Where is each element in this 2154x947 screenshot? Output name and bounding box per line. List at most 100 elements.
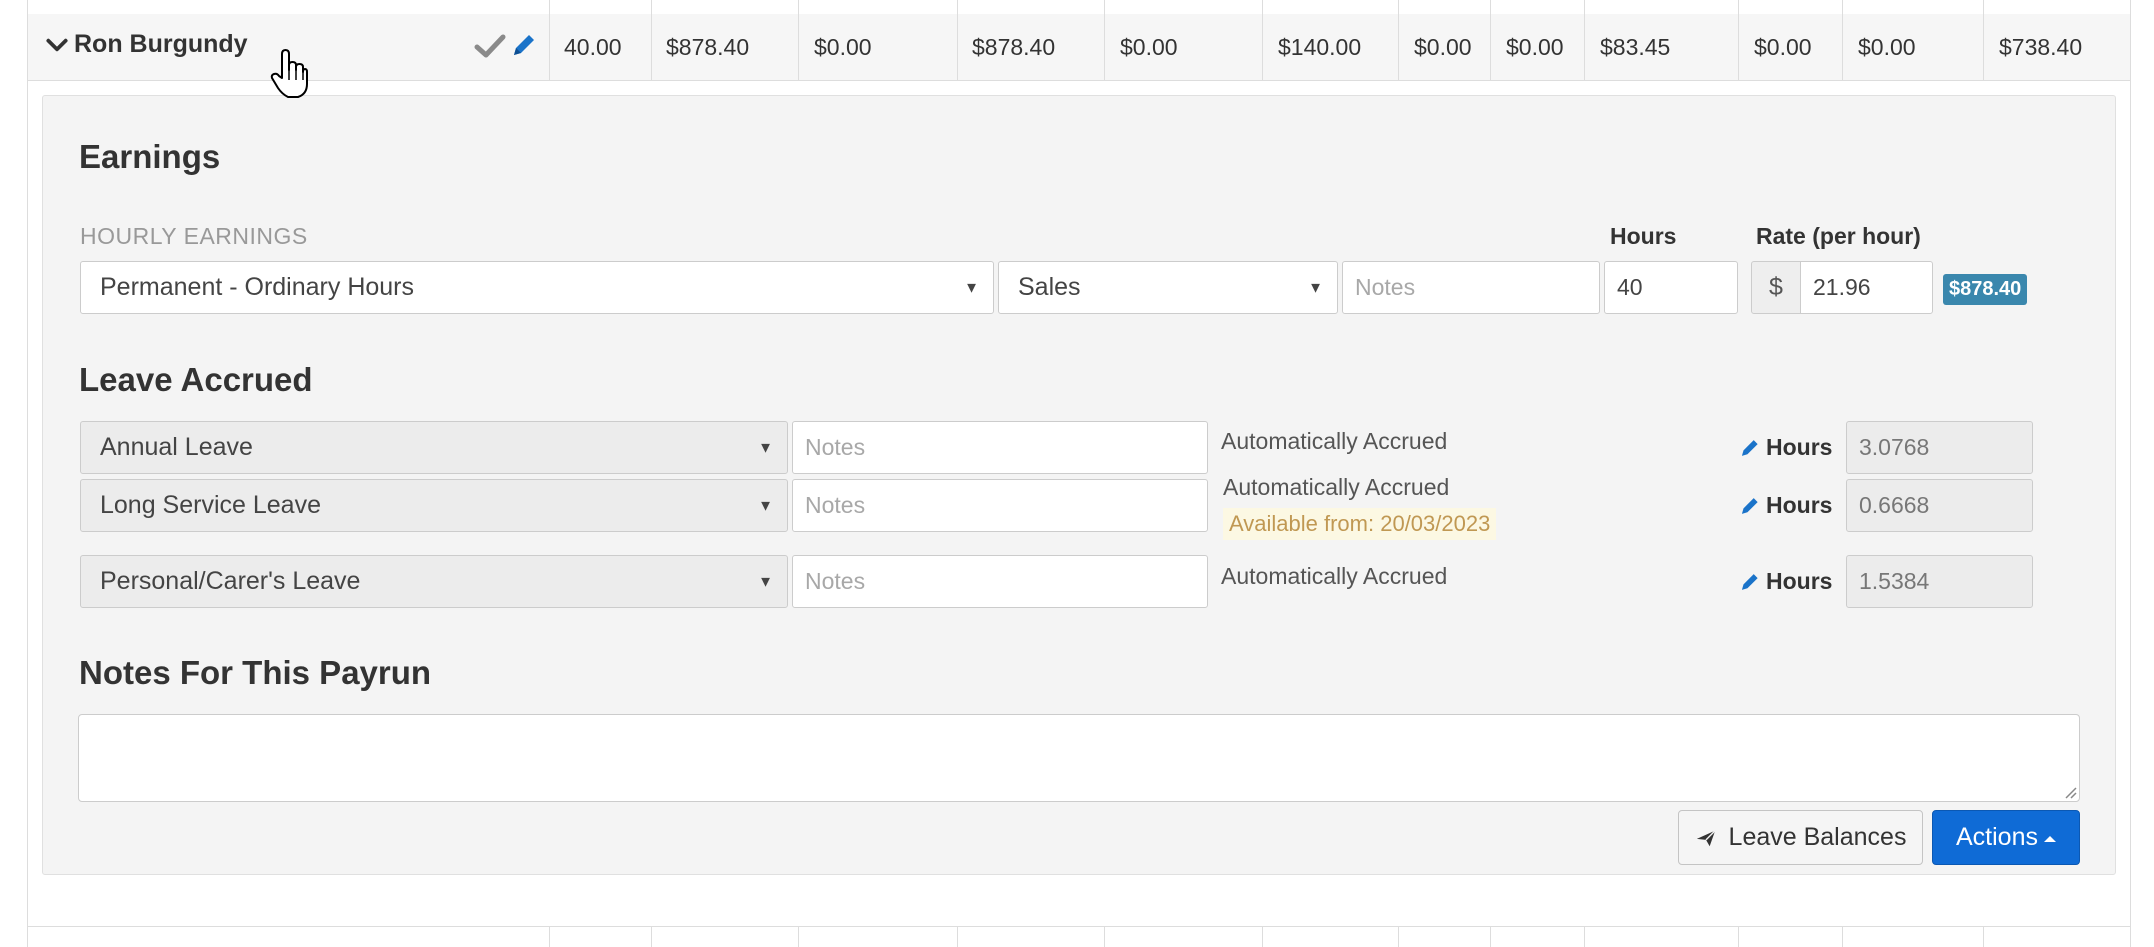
leave-notes-input[interactable] (792, 555, 1208, 608)
rate-input[interactable] (1800, 261, 1933, 314)
caret-down-icon: ▼ (758, 573, 773, 590)
pay-category-value: Permanent - Ordinary Hours (100, 273, 415, 301)
check-icon (474, 34, 506, 58)
column-divider (549, 0, 550, 80)
leave-status-text: Automatically Accrued (1221, 563, 1448, 589)
pencil-icon (1741, 573, 1758, 590)
edit-leave-hours-link[interactable]: Hours (1738, 568, 1832, 595)
cell-net: $738.40 (1999, 34, 2083, 60)
cell-taxable-earnings: $878.40 (972, 34, 1056, 60)
leave-type-select-long-service[interactable]: Long Service Leave ▼ (80, 479, 788, 532)
column-divider (1584, 926, 1585, 947)
column-divider (957, 0, 958, 80)
column-divider (1490, 926, 1491, 947)
pencil-icon[interactable] (510, 31, 536, 59)
pencil-icon (1741, 439, 1758, 456)
column-divider (1738, 926, 1739, 947)
caret-down-icon: ▼ (964, 279, 979, 296)
cell-value: $0.00 (1506, 34, 1564, 60)
column-divider (1842, 926, 1843, 947)
leave-hours-field (1846, 421, 2033, 474)
actions-label: Actions (1956, 823, 2038, 851)
leave-status-text: Automatically Accrued (1223, 474, 1450, 500)
column-divider (1490, 0, 1491, 80)
employee-name: Ron Burgundy (74, 30, 248, 58)
leave-hours-field (1846, 555, 2033, 608)
cell-post-tax-deductions: $0.00 (1120, 34, 1178, 60)
earnings-notes-input[interactable] (1342, 261, 1600, 314)
caret-down-icon: ▼ (758, 497, 773, 514)
plane-icon (1696, 829, 1716, 846)
payrun-notes-textarea[interactable] (78, 714, 2080, 802)
column-divider (1983, 926, 1984, 947)
currency-addon: $ (1751, 261, 1801, 314)
hours-label: Hours (1766, 492, 1833, 518)
column-divider (798, 926, 799, 947)
leave-type-value: Personal/Carer's Leave (100, 567, 361, 595)
location-value: Sales (1018, 273, 1081, 301)
cell-value: $0.00 (1858, 34, 1916, 60)
location-select[interactable]: Sales ▼ (998, 261, 1338, 314)
leave-balances-button[interactable]: Leave Balances (1678, 810, 1923, 865)
column-divider (1983, 0, 1984, 80)
leave-balances-label: Leave Balances (1728, 823, 1907, 851)
cell-value: $0.00 (1414, 34, 1472, 60)
pay-category-select[interactable]: Permanent - Ordinary Hours ▼ (80, 261, 994, 314)
table-right-border (2130, 0, 2131, 947)
caret-up-icon (2043, 835, 2056, 842)
caret-down-icon: ▼ (758, 439, 773, 456)
cell-hours: 40.00 (564, 34, 622, 60)
leave-type-select-annual[interactable]: Annual Leave ▼ (80, 421, 788, 474)
leave-type-value: Annual Leave (100, 433, 253, 461)
leave-accrued-heading: Leave Accrued (79, 361, 313, 398)
edit-leave-hours-link[interactable]: Hours (1738, 492, 1832, 519)
column-divider (1584, 0, 1585, 80)
leave-type-select-personal[interactable]: Personal/Carer's Leave ▼ (80, 555, 788, 608)
column-divider (1738, 0, 1739, 80)
employee-row-toggle[interactable]: Ron Burgundy (44, 30, 248, 59)
leave-hours-field (1846, 479, 2033, 532)
employee-row-background (27, 14, 2130, 80)
column-divider (651, 926, 652, 947)
leave-notes-input[interactable] (792, 421, 1208, 474)
cell-tax: $140.00 (1278, 34, 1362, 60)
actions-button[interactable]: Actions (1932, 810, 2080, 865)
earnings-hours-input[interactable] (1604, 261, 1738, 314)
hand-cursor-icon (270, 49, 308, 98)
cell-gross: $878.40 (666, 34, 750, 60)
earnings-heading: Earnings (79, 138, 221, 175)
rate-column-label: Rate (per hour) (1756, 223, 1921, 249)
earnings-total-badge: $878.40 (1943, 274, 2028, 305)
hourly-earnings-label: HOURLY EARNINGS (80, 223, 308, 249)
caret-down-icon: ▼ (1308, 279, 1323, 296)
leave-available-from-notice: Available from: 20/03/2023 (1223, 508, 1497, 540)
hours-label: Hours (1766, 568, 1833, 594)
payrun-notes-heading: Notes For This Payrun (79, 654, 432, 691)
row-bottom-border (27, 80, 2130, 81)
cell-super: $83.45 (1600, 34, 1671, 60)
leave-type-value: Long Service Leave (100, 491, 321, 519)
next-row-top-border (27, 926, 2130, 927)
chevron-down-icon (46, 38, 68, 51)
pencil-icon (1741, 497, 1758, 514)
column-divider (798, 0, 799, 80)
cell-value: $0.00 (1754, 34, 1812, 60)
cell-pre-tax-deductions: $0.00 (814, 34, 872, 60)
column-divider (1104, 926, 1105, 947)
resize-grip-icon[interactable] (2063, 785, 2077, 799)
column-divider (549, 926, 550, 947)
column-divider (1842, 0, 1843, 80)
hours-label: Hours (1766, 434, 1833, 460)
column-divider (1262, 926, 1263, 947)
column-divider (1398, 926, 1399, 947)
edit-leave-hours-link[interactable]: Hours (1738, 434, 1832, 461)
table-left-border (27, 0, 28, 947)
leave-notes-input[interactable] (792, 479, 1208, 532)
hours-column-label: Hours (1610, 223, 1677, 249)
column-divider (651, 0, 652, 80)
column-divider (1104, 0, 1105, 80)
column-divider (1398, 0, 1399, 80)
column-divider (1262, 0, 1263, 80)
column-divider (957, 926, 958, 947)
leave-status-text: Automatically Accrued (1221, 428, 1448, 454)
